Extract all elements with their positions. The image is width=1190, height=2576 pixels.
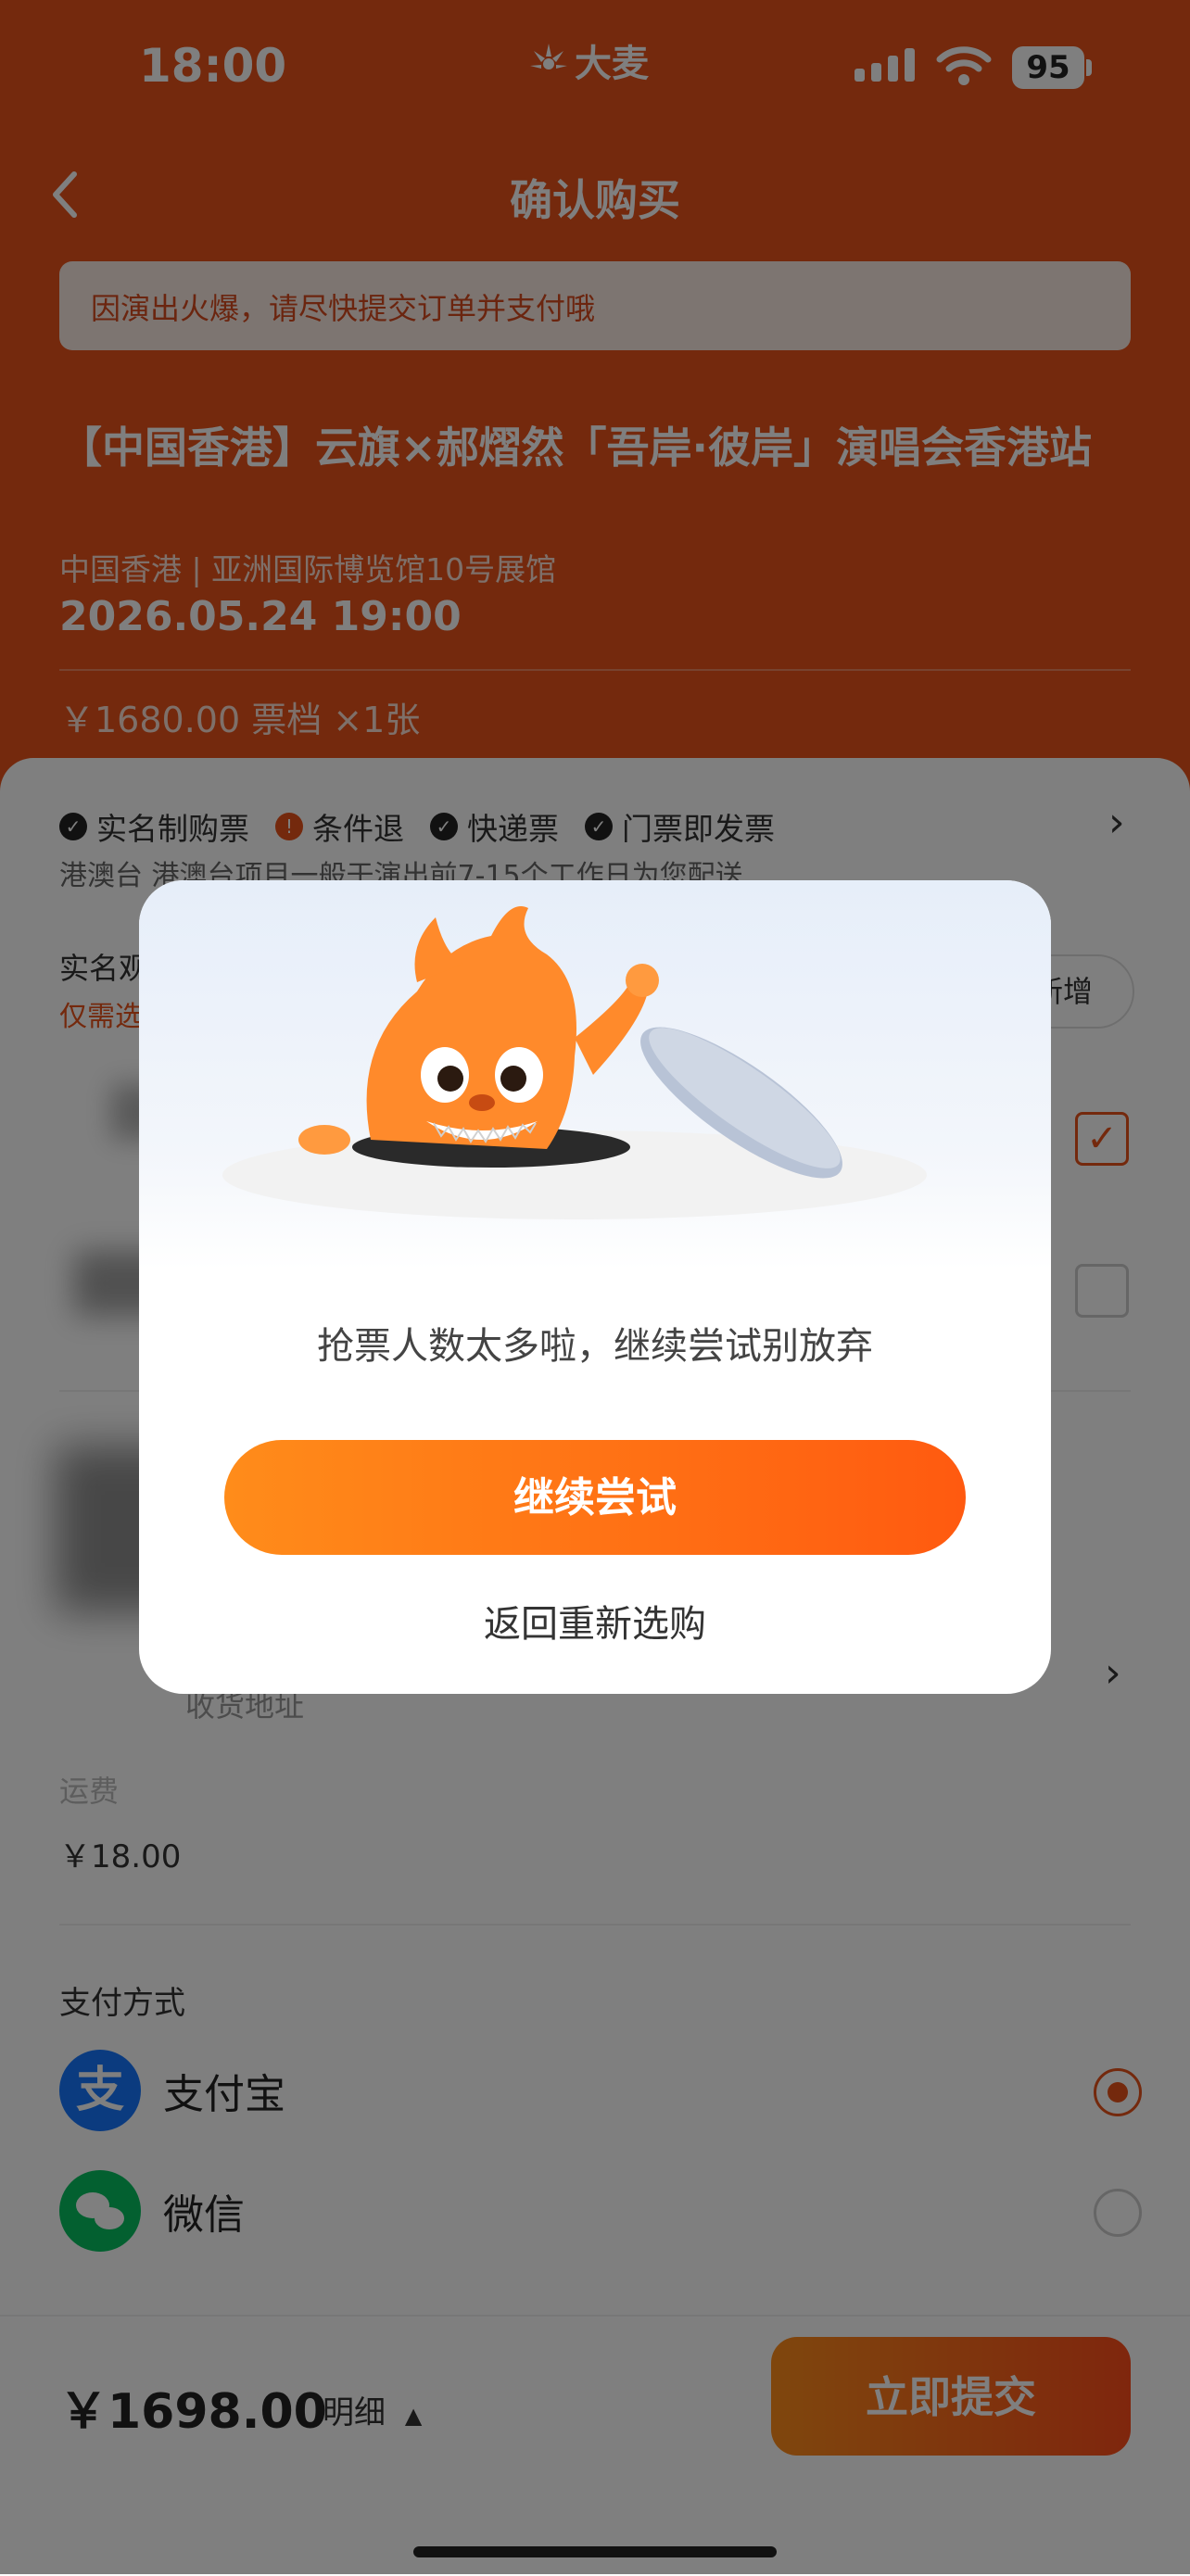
retry-button[interactable]: 继续尝试 bbox=[224, 1440, 966, 1555]
reselect-link[interactable]: 返回重新选购 bbox=[139, 1594, 1051, 1648]
queue-modal: 抢票人数太多啦，继续尝试别放弃 继续尝试 返回重新选购 bbox=[139, 880, 1051, 1694]
modal-illustration-area bbox=[139, 880, 1051, 1269]
modal-message: 抢票人数太多啦，继续尝试别放弃 bbox=[317, 1325, 873, 1368]
mascot-illustration bbox=[222, 906, 927, 1219]
